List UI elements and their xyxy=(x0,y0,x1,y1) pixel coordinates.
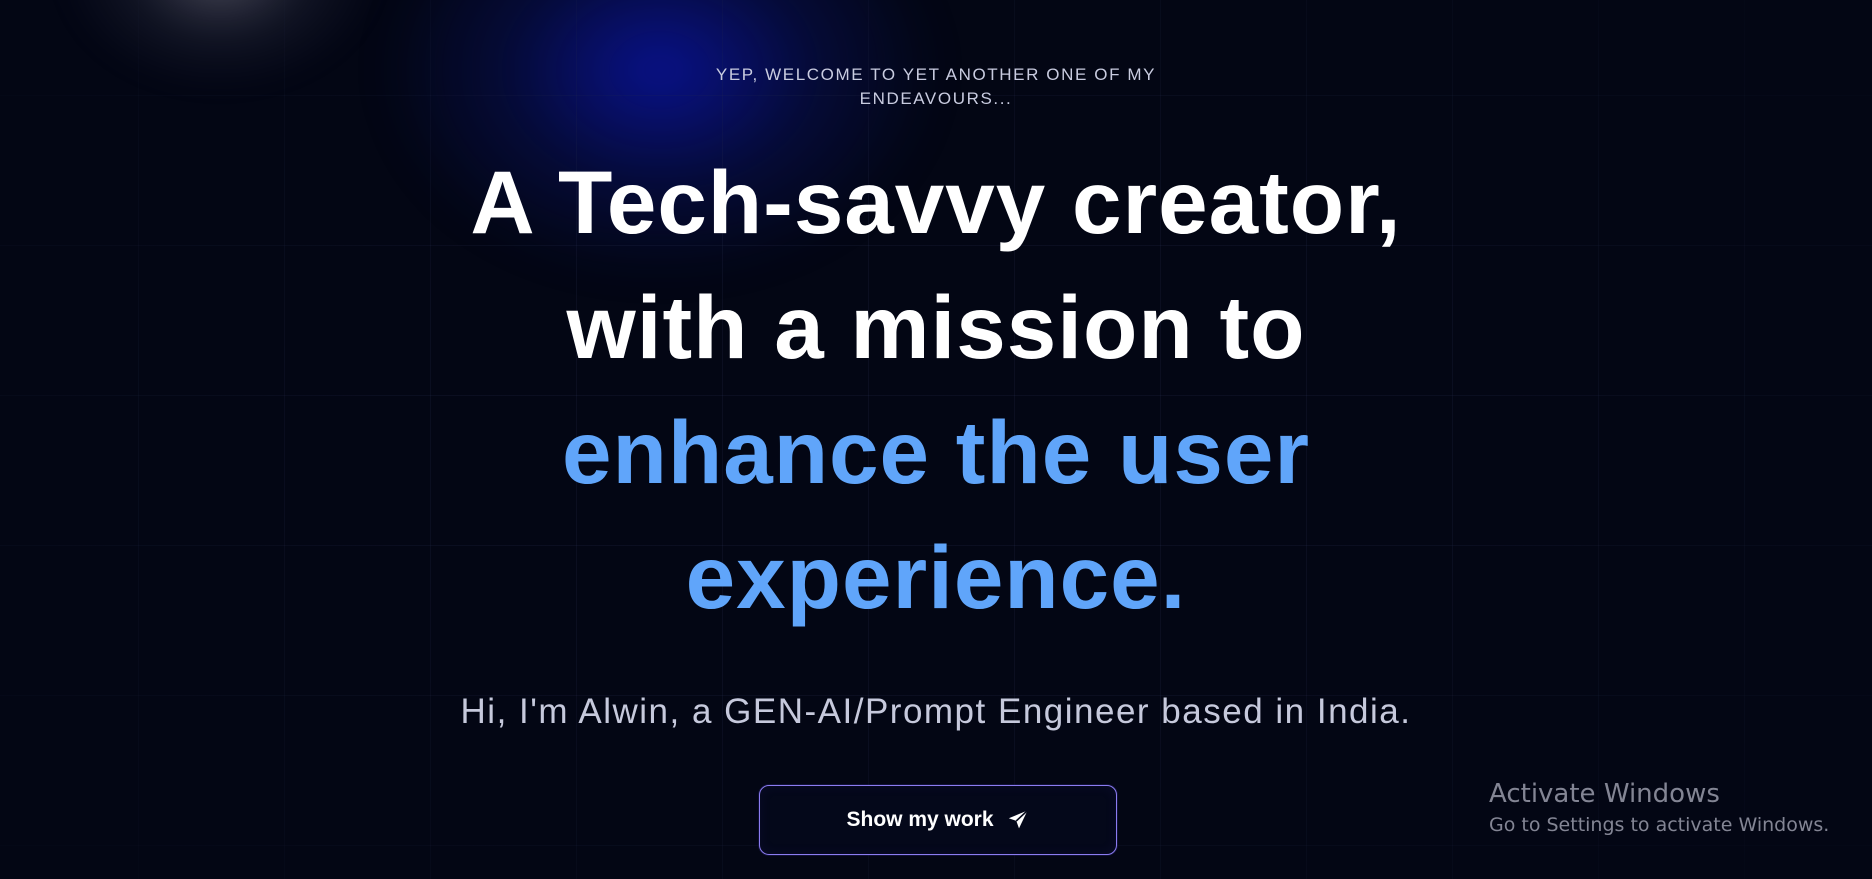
watermark-title: Activate Windows xyxy=(1489,779,1720,809)
watermark-subtitle: Go to Settings to activate Windows. xyxy=(1489,814,1830,836)
headline-line-3-highlight: enhance the user xyxy=(561,402,1311,502)
send-icon xyxy=(1006,808,1030,832)
headline-line-1: A Tech-savvy creator, xyxy=(470,152,1402,252)
show-my-work-label: Show my work xyxy=(846,808,994,831)
hero-eyebrow: YEP, WELCOME TO YET ANOTHER ONE OF MY EN… xyxy=(715,65,1157,108)
headline-line-2: with a mission to xyxy=(566,277,1306,377)
hero-section: YEP, WELCOME TO YET ANOTHER ONE OF MY EN… xyxy=(0,0,1872,879)
hero-headline: A Tech-savvy creator, with a mission to … xyxy=(386,140,1486,640)
windows-activation-watermark: Activate Windows Go to Settings to activ… xyxy=(1489,777,1859,839)
hero-intro-text: Hi, I'm Alwin, a GEN-AI/Prompt Engineer … xyxy=(460,692,1412,731)
show-my-work-button[interactable]: Show my work xyxy=(759,785,1117,855)
headline-line-4-highlight: experience. xyxy=(685,527,1187,627)
